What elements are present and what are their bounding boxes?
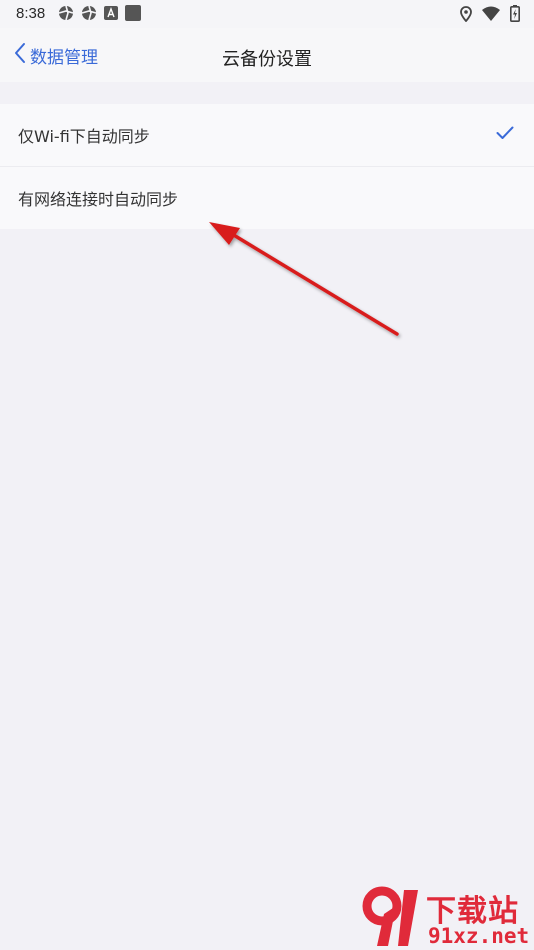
battery-charging-icon [510,5,520,26]
app-shutter-icon [81,5,97,25]
checkmark-icon [496,125,514,144]
status-time: 8:38 [16,5,46,22]
status-bar: 8:38 [0,0,534,28]
app-shutter-icon [58,5,74,25]
page-title: 云备份设置 [222,49,312,70]
status-notification-icons [58,5,141,25]
square-icon [125,5,141,25]
option-label: 仅Wi-fi下自动同步 [18,127,150,146]
option-wifi-only[interactable]: 仅Wi-fi下自动同步 [0,104,534,166]
font-a-icon [104,6,118,24]
watermark-logo-icon [362,886,418,946]
sync-options-list: 仅Wi-fi下自动同步 有网络连接时自动同步 [0,104,534,229]
watermark-domain: 91xz.net [428,924,530,948]
option-any-network[interactable]: 有网络连接时自动同步 [0,166,534,229]
navigation-bar: 数据管理 云备份设置 [0,28,534,82]
watermark: 下载站 91xz.net [360,882,534,950]
status-system-icons [460,5,520,26]
option-label: 有网络连接时自动同步 [18,190,179,209]
location-icon [460,5,472,26]
wifi-icon [482,6,500,25]
